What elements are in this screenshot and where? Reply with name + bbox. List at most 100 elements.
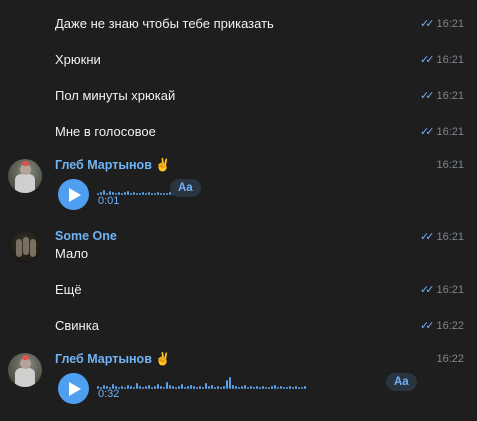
waveform-bar bbox=[160, 386, 162, 389]
waveform-bar bbox=[148, 385, 150, 389]
waveform-bar bbox=[277, 387, 279, 389]
waveform-bar bbox=[286, 387, 288, 389]
waveform-bar bbox=[250, 386, 252, 389]
waveform-bar bbox=[196, 387, 198, 389]
message-text: Мне в голосовое bbox=[55, 124, 156, 139]
waveform-bar bbox=[247, 387, 249, 389]
waveform-bar bbox=[199, 386, 201, 389]
waveform-bar bbox=[283, 387, 285, 389]
waveform-bar bbox=[241, 386, 243, 389]
waveform-bar bbox=[145, 386, 147, 389]
message-time: ✓✓ 16:21 bbox=[420, 284, 464, 296]
avatar[interactable] bbox=[8, 353, 42, 387]
read-check-icon: ✓✓ bbox=[420, 18, 435, 30]
waveform-bar bbox=[181, 384, 183, 389]
message-text: Мало bbox=[55, 246, 89, 261]
read-check-icon: ✓✓ bbox=[420, 54, 435, 66]
message-time: ✓✓ 16:21 bbox=[420, 126, 464, 138]
waveform-bar bbox=[121, 193, 123, 195]
transcribe-button[interactable]: Aa bbox=[170, 179, 201, 197]
waveform-bar bbox=[232, 385, 234, 389]
message-text: Ещё bbox=[55, 282, 82, 297]
waveform-bar bbox=[253, 387, 255, 389]
play-button[interactable] bbox=[58, 373, 89, 404]
waveform-bar bbox=[139, 386, 141, 389]
sender-name[interactable]: Some One bbox=[55, 229, 117, 243]
play-icon bbox=[69, 187, 81, 202]
play-button[interactable] bbox=[58, 179, 89, 210]
waveform-bar bbox=[235, 386, 237, 389]
waveform-bar bbox=[184, 387, 186, 389]
waveform-bar bbox=[289, 386, 291, 389]
waveform-bar bbox=[193, 386, 195, 389]
message-time: ✓✓ 16:22 bbox=[420, 320, 464, 332]
message-time: 16:22 bbox=[436, 353, 464, 365]
sender-name[interactable]: Глеб Мартынов ✌️ bbox=[55, 158, 171, 173]
waveform-bar bbox=[157, 384, 159, 389]
voice-waveform[interactable] bbox=[97, 375, 306, 389]
message-time: ✓✓ 16:21 bbox=[420, 54, 464, 66]
waveform-bar bbox=[268, 387, 270, 389]
message-time: ✓✓ 16:21 bbox=[420, 18, 464, 30]
waveform-bar bbox=[256, 386, 258, 389]
waveform-bar bbox=[163, 387, 165, 389]
waveform-bar bbox=[298, 387, 300, 389]
transcribe-button[interactable]: Aa bbox=[386, 373, 417, 391]
message-time: 16:21 bbox=[436, 159, 464, 171]
message-text: Пол минуты хрюкай bbox=[55, 88, 176, 103]
waveform-bar bbox=[304, 386, 306, 389]
waveform-bar bbox=[217, 386, 219, 389]
voice-waveform[interactable] bbox=[97, 181, 174, 195]
waveform-bar bbox=[172, 386, 174, 389]
waveform-bar bbox=[226, 380, 228, 389]
voice-duration: 0:01 bbox=[98, 195, 120, 207]
waveform-bar bbox=[151, 193, 153, 195]
waveform-bar bbox=[160, 193, 162, 195]
waveform-bar bbox=[211, 385, 213, 389]
waveform-bar bbox=[265, 387, 267, 389]
waveform-bar bbox=[121, 386, 123, 389]
waveform-bar bbox=[202, 387, 204, 389]
waveform-bar bbox=[130, 386, 132, 389]
waveform-bar bbox=[145, 193, 147, 195]
message-time: ✓✓ 16:21 bbox=[420, 231, 464, 243]
waveform-bar bbox=[148, 192, 150, 195]
read-check-icon: ✓✓ bbox=[420, 231, 435, 243]
waveform-bar bbox=[223, 386, 225, 389]
waveform-bar bbox=[151, 387, 153, 389]
waveform-bar bbox=[127, 385, 129, 389]
waveform-bar bbox=[136, 193, 138, 195]
waveform-bar bbox=[124, 192, 126, 195]
waveform-bar bbox=[280, 386, 282, 389]
waveform-bar bbox=[142, 192, 144, 195]
waveform-bar bbox=[259, 387, 261, 389]
sender-name[interactable]: Глеб Мартынов ✌️ bbox=[55, 352, 171, 367]
waveform-bar bbox=[169, 385, 171, 389]
waveform-bar bbox=[139, 193, 141, 195]
waveform-bar bbox=[175, 387, 177, 389]
waveform-bar bbox=[124, 387, 126, 389]
read-check-icon: ✓✓ bbox=[420, 90, 435, 102]
waveform-bar bbox=[154, 386, 156, 389]
waveform-bar bbox=[154, 193, 156, 195]
waveform-bar bbox=[214, 387, 216, 389]
avatar[interactable] bbox=[8, 229, 42, 263]
waveform-bar bbox=[271, 386, 273, 389]
waveform-bar bbox=[301, 387, 303, 389]
waveform-bar bbox=[142, 387, 144, 389]
play-icon bbox=[69, 381, 81, 396]
waveform-bar bbox=[220, 387, 222, 389]
read-check-icon: ✓✓ bbox=[420, 320, 435, 332]
waveform-bar bbox=[229, 377, 231, 389]
waveform-bar bbox=[133, 192, 135, 195]
waveform-bar bbox=[205, 383, 207, 389]
message-text: Хрюкни bbox=[55, 52, 101, 67]
waveform-bar bbox=[187, 386, 189, 389]
waveform-bar bbox=[157, 192, 159, 195]
waveform-bar bbox=[262, 386, 264, 389]
waveform-bar bbox=[178, 386, 180, 389]
message-time: ✓✓ 16:21 bbox=[420, 90, 464, 102]
waveform-bar bbox=[244, 385, 246, 389]
waveform-bar bbox=[166, 382, 168, 389]
avatar[interactable] bbox=[8, 159, 42, 193]
